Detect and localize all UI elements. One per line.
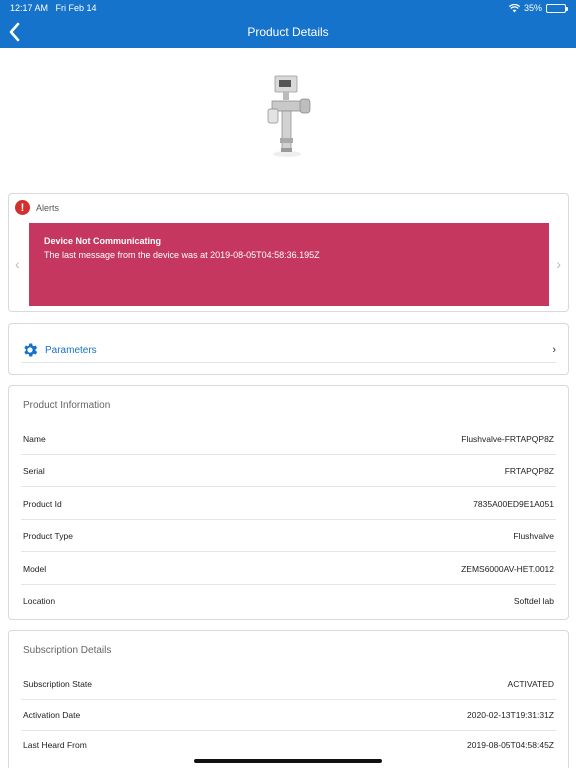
row-label: Model bbox=[23, 563, 47, 574]
row-label: Serial bbox=[23, 465, 45, 476]
navigation-bar: 12:17 AM Fri Feb 14 35% Product Details bbox=[0, 0, 576, 48]
alert-title: Device Not Communicating bbox=[44, 236, 162, 246]
row-value: Flushvalve-FRTAPQP8Z bbox=[461, 433, 554, 444]
parameters-label: Parameters bbox=[45, 344, 97, 356]
chevron-right-icon: › bbox=[552, 344, 556, 356]
info-row-product-id: Product Id 7835A00ED9E1A051 bbox=[21, 488, 556, 520]
row-label: Product Type bbox=[23, 530, 73, 541]
parameters-row[interactable]: Parameters › bbox=[21, 338, 556, 363]
battery-percent: 35% bbox=[523, 3, 542, 13]
alert-icon: ! bbox=[15, 200, 30, 215]
home-indicator[interactable] bbox=[194, 759, 382, 763]
row-value: FRTAPQP8Z bbox=[504, 465, 554, 476]
product-information-title: Product Information bbox=[23, 400, 111, 411]
row-value: 7835A00ED9E1A051 bbox=[473, 498, 554, 509]
product-information-card: Product Information Name Flushvalve-FRTAP… bbox=[8, 385, 569, 620]
sub-row-activation-date: Activation Date 2020-02-13T19:31:31Z bbox=[21, 699, 556, 731]
info-row-name: Name Flushvalve-FRTAPQP8Z bbox=[21, 423, 556, 455]
status-time: 12:17 AM Fri Feb 14 bbox=[10, 3, 97, 13]
row-value: 2019-08-05T04:58:45Z bbox=[467, 740, 554, 750]
alerts-label: Alerts bbox=[36, 202, 60, 213]
row-label: Product Id bbox=[23, 498, 62, 509]
sub-row-state: Subscription State ACTIVATED bbox=[21, 668, 556, 700]
info-row-location: Location Softdel lab bbox=[21, 585, 556, 617]
row-label: Name bbox=[23, 433, 46, 444]
carousel-prev-icon[interactable]: ‹ bbox=[15, 256, 20, 272]
gear-icon bbox=[24, 343, 38, 357]
wifi-icon bbox=[508, 3, 520, 12]
subscription-details-card: Subscription Details Subscription State A… bbox=[8, 630, 569, 768]
row-value: 2020-02-13T19:31:31Z bbox=[467, 709, 554, 720]
carousel-next-icon[interactable]: › bbox=[556, 256, 561, 272]
flush-valve-image bbox=[267, 75, 311, 157]
row-label: Subscription State bbox=[23, 678, 92, 689]
status-indicators: 35% bbox=[508, 3, 568, 13]
row-value: Flushvalve bbox=[513, 530, 554, 541]
battery-icon bbox=[546, 3, 568, 13]
alerts-header: ! Alerts bbox=[15, 200, 59, 215]
alert-banner[interactable]: Device Not Communicating The last messag… bbox=[29, 223, 549, 306]
page-title: Product Details bbox=[247, 25, 329, 39]
info-row-product-type: Product Type Flushvalve bbox=[21, 520, 556, 552]
alert-message: The last message from the device was at … bbox=[44, 250, 320, 260]
sub-row-last-heard: Last Heard From 2019-08-05T04:58:45Z bbox=[21, 729, 556, 761]
info-row-serial: Serial FRTAPQP8Z bbox=[21, 455, 556, 487]
alerts-card: ! Alerts ‹ Device Not Communicating The … bbox=[8, 193, 569, 312]
row-value: ZEMS6000AV-HET.0012 bbox=[461, 563, 554, 574]
row-label: Location bbox=[23, 596, 56, 606]
info-row-model: Model ZEMS6000AV-HET.0012 bbox=[21, 553, 556, 585]
parameters-card: Parameters › bbox=[8, 323, 569, 375]
row-value: ACTIVATED bbox=[507, 678, 554, 689]
subscription-details-title: Subscription Details bbox=[23, 645, 112, 656]
row-value: Softdel lab bbox=[513, 596, 554, 606]
row-label: Activation Date bbox=[23, 709, 81, 720]
row-label: Last Heard From bbox=[23, 740, 87, 750]
